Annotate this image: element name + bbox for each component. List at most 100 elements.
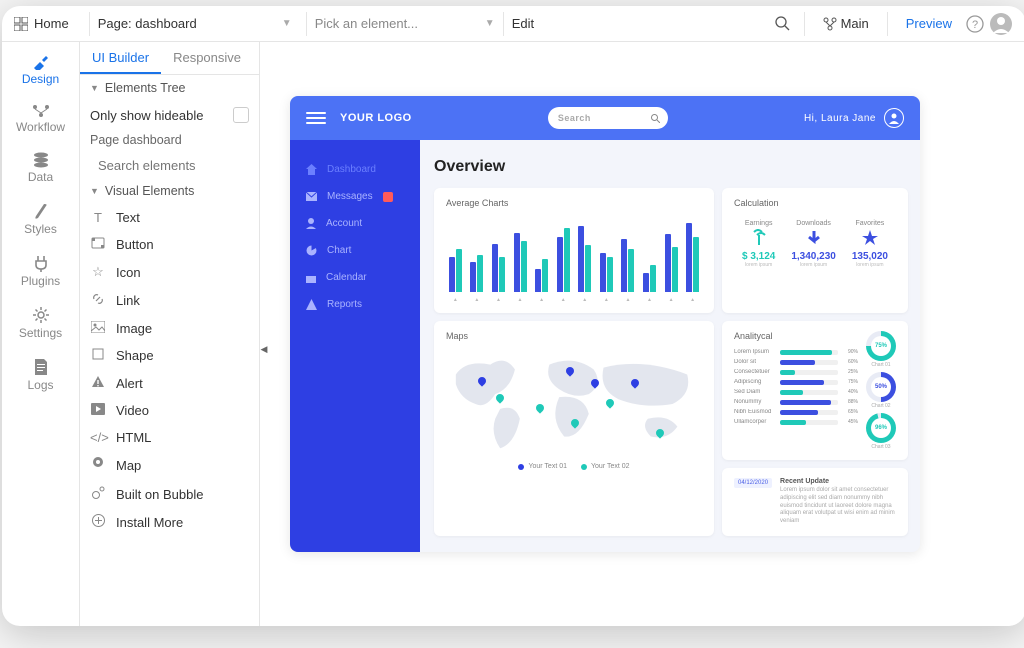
element-icon[interactable]: ☆Icon [80,258,259,286]
account-button[interactable] [988,11,1014,37]
chevron-down-icon: ▼ [485,18,495,29]
pie-icon [306,245,317,256]
edit-label: Edit [512,16,534,31]
tab-ui-builder[interactable]: UI Builder [80,42,161,74]
panel-collapse-handle[interactable]: ◀ [260,334,269,364]
rail-settings[interactable]: Settings [2,296,79,348]
element-html[interactable]: </>HTML [80,424,259,451]
element-alert[interactable]: Alert [80,369,259,397]
rail-design[interactable]: Design [2,42,79,94]
shape-icon [90,348,106,363]
rail-logs[interactable]: Logs [2,348,79,400]
notification-badge [383,192,393,202]
chevron-down-icon: ▼ [282,18,292,29]
button-icon [90,237,106,252]
branch-label: Main [841,16,869,31]
mail-icon [306,192,317,201]
dash-sidebar: Dashboard Messages Account Chart Calenda… [290,140,420,552]
only-show-hideable-toggle[interactable]: Only show hideable [80,101,259,129]
canvas[interactable]: ◀ YOUR LOGO Search Hi, Laura Jane [260,42,1024,626]
search-elements-input[interactable] [80,153,259,178]
element-button[interactable]: Button [80,231,259,258]
caret-down-icon: ▼ [90,83,99,93]
warning-icon [306,299,317,310]
side-chart[interactable]: Chart [290,237,420,264]
branch-icon [823,17,837,31]
side-reports[interactable]: Reports [290,291,420,318]
user-icon [306,218,316,229]
element-picker[interactable]: Pick an element... ▼ [315,16,495,31]
apps-icon [14,17,28,31]
rail-plugins[interactable]: Plugins [2,244,79,296]
image-icon [90,321,106,336]
rail-workflow[interactable]: Workflow [2,94,79,142]
visual-elements-header[interactable]: ▼Visual Elements [80,178,259,204]
world-map [446,349,702,459]
bubble-icon [90,486,106,502]
element-video[interactable]: Video [80,397,259,424]
side-calendar[interactable]: Calendar [290,264,420,291]
element-shape[interactable]: Shape [80,342,259,369]
element-install-more[interactable]: Install More [80,508,259,536]
analytical-card: Analitycal Lorem Ipsum90%Dolor sit60%Con… [722,321,908,460]
ui-builder-panel: UI Builder Responsive ▼Elements Tree Onl… [80,42,260,626]
code-icon: </> [90,430,106,445]
star-icon: ☆ [90,264,106,280]
branch-selector[interactable]: Main [823,16,869,31]
burger-icon [306,109,326,127]
caret-down-icon: ▼ [90,186,99,196]
link-icon [90,292,106,309]
dashboard-preview[interactable]: YOUR LOGO Search Hi, Laura Jane Dashboar… [290,96,920,552]
plus-circle-icon [90,514,106,530]
search-icon [651,114,660,123]
stat-downloads: Downloads1,340,230lorem ipsum [791,220,836,268]
home-label: Home [34,16,69,31]
checkbox-icon [233,107,249,123]
search-icon [775,16,790,31]
side-dashboard[interactable]: Dashboard [290,156,420,183]
side-account[interactable]: Account [290,210,420,237]
element-text[interactable]: TText [80,204,259,231]
user-avatar [884,108,904,128]
tab-responsive[interactable]: Responsive [161,42,253,74]
alert-icon [90,375,106,391]
pin-icon [90,457,106,474]
text-icon: T [90,210,106,225]
page-node[interactable]: Page dashboard [80,129,259,153]
element-image[interactable]: Image [80,315,259,342]
edit-menu[interactable]: Edit [512,16,534,31]
stat-favorites: Favorites135,020lorem ipsum [852,220,888,268]
side-messages[interactable]: Messages [290,183,420,210]
rail-styles[interactable]: Styles [2,192,79,244]
page-selector-label: Page: dashboard [98,16,197,31]
elements-tree-header[interactable]: ▼Elements Tree [80,75,259,101]
user-avatar-icon [990,13,1012,35]
element-link[interactable]: Link [80,286,259,315]
dash-search-input[interactable]: Search [548,107,668,129]
left-rail: Design Workflow Data Styles Plugins Sett… [2,42,80,626]
overview-heading: Overview [434,158,908,176]
rail-data[interactable]: Data [2,142,79,192]
logo-text: YOUR LOGO [340,112,412,124]
element-built-on-bubble[interactable]: Built on Bubble [80,480,259,508]
recent-update-card: 04/12/2020 Recent Update Lorem ipsum dol… [722,468,908,536]
maps-card: Maps [434,321,714,536]
video-icon [90,403,106,418]
preview-button[interactable]: Preview [906,16,952,31]
home-icon [306,164,317,175]
element-picker-placeholder: Pick an element... [315,16,418,31]
home-button[interactable]: Home [14,16,69,31]
help-icon: ? [966,15,984,33]
greeting-text: Hi, Laura Jane [804,113,876,124]
calculation-card: Calculation Earnings$ 3,124lorem ipsumDo… [722,188,908,313]
avg-charts-card: Average Charts ▲▲▲▲▲▲▲▲▲▲▲▲ [434,188,714,313]
svg-text:?: ? [972,19,978,31]
help-button[interactable]: ? [962,11,988,37]
search-button[interactable] [770,11,796,37]
stat-earnings: Earnings$ 3,124lorem ipsum [742,220,775,268]
page-selector[interactable]: Page: dashboard ▼ [98,16,298,31]
bar-chart [446,216,702,294]
element-map[interactable]: Map [80,451,259,480]
calendar-icon [306,272,316,283]
topbar: Home Page: dashboard ▼ Pick an element..… [2,6,1024,42]
